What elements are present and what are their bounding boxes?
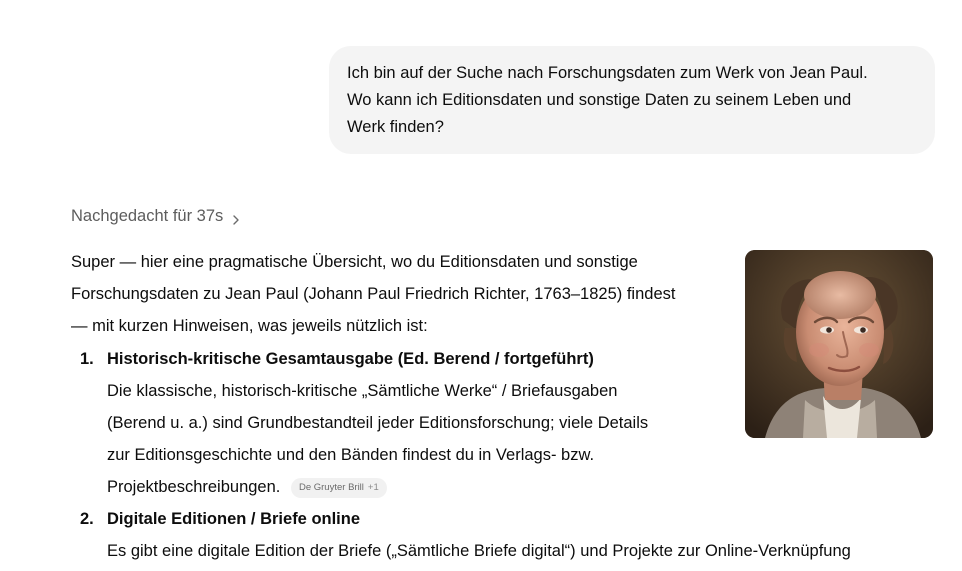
list-item-line: Die klassische, historisch-kritische „Sä…	[107, 382, 618, 400]
list-item-line: Projektbeschreibungen.	[107, 478, 281, 496]
list-item-number: 2.	[80, 510, 94, 528]
user-message-bubble: Ich bin auf der Suche nach Forschungsdat…	[329, 46, 935, 154]
list-item-line: Es gibt eine digitale Edition der Briefe…	[107, 542, 851, 560]
list-item-line: zur Editionsgeschichte und den Bänden fi…	[107, 446, 595, 464]
list-item-line-with-source: Projektbeschreibungen. De Gruyter Brill …	[107, 471, 707, 503]
list-item-body: Die klassische, historisch-kritische „Sä…	[107, 375, 707, 503]
chevron-right-icon	[231, 210, 241, 225]
list-item-title: Digitale Editionen / Briefe online	[107, 510, 361, 528]
answer-list: 1. Historisch-kritische Gesamtausgabe (E…	[71, 343, 941, 567]
source-extra-count: +1	[367, 482, 379, 493]
chat-page: Ich bin auf der Suche nach Forschungsdat…	[0, 0, 962, 571]
list-item-body: Es gibt eine digitale Edition der Briefe…	[107, 535, 947, 567]
user-message-line: Werk finden?	[347, 118, 444, 136]
intro-line: Super — hier eine pragmatische Übersicht…	[71, 253, 638, 271]
assistant-intro: Super — hier eine pragmatische Übersicht…	[71, 246, 721, 342]
source-label: De Gruyter Brill	[298, 482, 364, 493]
list-item: 2. Digitale Editionen / Briefe online Es…	[71, 503, 941, 567]
list-item-title: Historisch-kritische Gesamtausgabe (Ed. …	[107, 350, 594, 368]
list-item-number: 1.	[80, 350, 94, 368]
user-message-line: Wo kann ich Editionsdaten und sonstige D…	[347, 91, 852, 109]
list-item-line: (Berend u. a.) sind Grundbestandteil jed…	[107, 414, 649, 432]
thinking-label: Nachgedacht für 37s	[71, 207, 224, 225]
intro-line: — mit kurzen Hinweisen, was jeweils nütz…	[71, 317, 428, 335]
source-citation-pill[interactable]: De Gruyter Brill +1	[290, 478, 387, 498]
user-message-line: Ich bin auf der Suche nach Forschungsdat…	[347, 64, 868, 82]
list-item: 1. Historisch-kritische Gesamtausgabe (E…	[71, 343, 941, 503]
intro-line: Forschungsdaten zu Jean Paul (Johann Pau…	[71, 285, 676, 303]
thinking-toggle[interactable]: Nachgedacht für 37s	[71, 205, 241, 227]
